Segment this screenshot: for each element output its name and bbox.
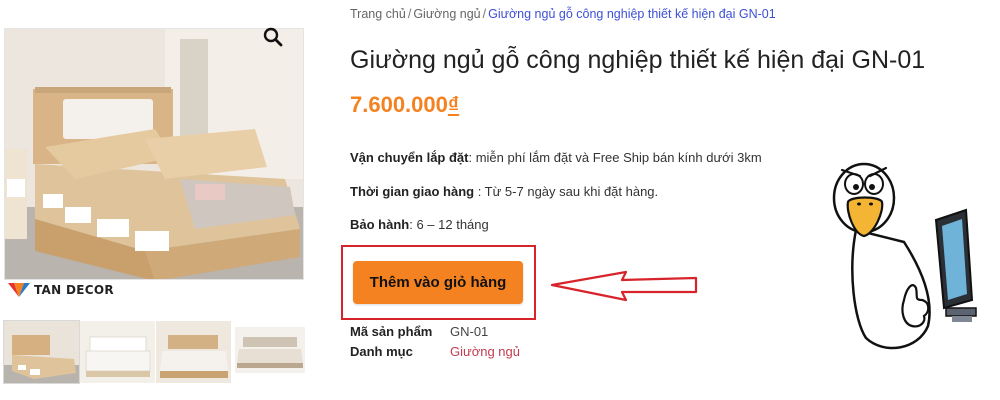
price-amount: 7.600.000 — [350, 92, 448, 117]
product-sku: Mã sản phẩm GN-01 — [350, 324, 488, 339]
bed-photo — [5, 29, 303, 279]
brand-name: TAN DECOR — [34, 283, 114, 297]
brand-mark-icon — [8, 283, 30, 297]
breadcrumb-current[interactable]: Giường ngủ gỗ công nghiệp thiết kế hiện … — [488, 7, 776, 21]
breadcrumb-separator: / — [482, 7, 487, 21]
price-currency: ₫ — [447, 92, 460, 117]
product-price: 7.600.000₫ — [350, 92, 459, 118]
product-title: Giường ngủ gỗ công nghiệp thiết kế hiện … — [350, 46, 926, 74]
spec-delivery-time: Thời gian giao hàng : Từ 5-7 ngày sau kh… — [350, 184, 658, 199]
product-category: Danh mục Giường ngủ — [350, 344, 520, 359]
thumbnail-strip — [3, 320, 305, 384]
breadcrumb-home[interactable]: Trang chủ — [350, 7, 406, 21]
spec-label: Thời gian giao hàng — [350, 184, 475, 199]
spec-label: Vận chuyển lắp đặt — [350, 150, 469, 165]
add-to-cart-button[interactable]: Thêm vào giỏ hàng — [353, 261, 523, 304]
breadcrumb-category[interactable]: Giường ngủ — [413, 7, 480, 21]
spec-shipping: Vận chuyển lắp đặt: miễn phí lắm đặt và … — [350, 150, 762, 165]
brand-logo: TAN DECOR — [8, 282, 114, 298]
breadcrumb: Trang chủ / Giường ngủ / Giường ngủ gỗ công … — [350, 7, 776, 21]
spec-value: : miễn phí lắm đặt và Free Ship bán kính… — [468, 150, 762, 165]
zoom-button[interactable] — [258, 22, 288, 52]
thumbnail-4[interactable] — [235, 327, 305, 373]
thumbnail-1[interactable] — [3, 320, 80, 384]
spec-value: : 6 – 12 tháng — [409, 217, 489, 232]
spec-label: Bảo hành — [350, 217, 410, 232]
meta-label: Danh mục — [350, 344, 413, 359]
search-icon — [263, 27, 283, 47]
spec-warranty: Bảo hành: 6 – 12 tháng — [350, 217, 489, 232]
duck-computer-mascot — [832, 162, 977, 350]
spec-value: : Từ 5-7 ngày sau khi đặt hàng. — [474, 184, 659, 199]
thumbnail-2[interactable] — [80, 321, 155, 383]
category-link[interactable]: Giường ngủ — [450, 344, 520, 359]
meta-label: Mã sản phẩm — [350, 324, 433, 339]
thumbnail-3[interactable] — [156, 321, 231, 383]
product-main-image[interactable] — [4, 28, 304, 280]
sku-value: GN-01 — [450, 324, 489, 339]
left-arrow-annotation — [550, 270, 698, 302]
